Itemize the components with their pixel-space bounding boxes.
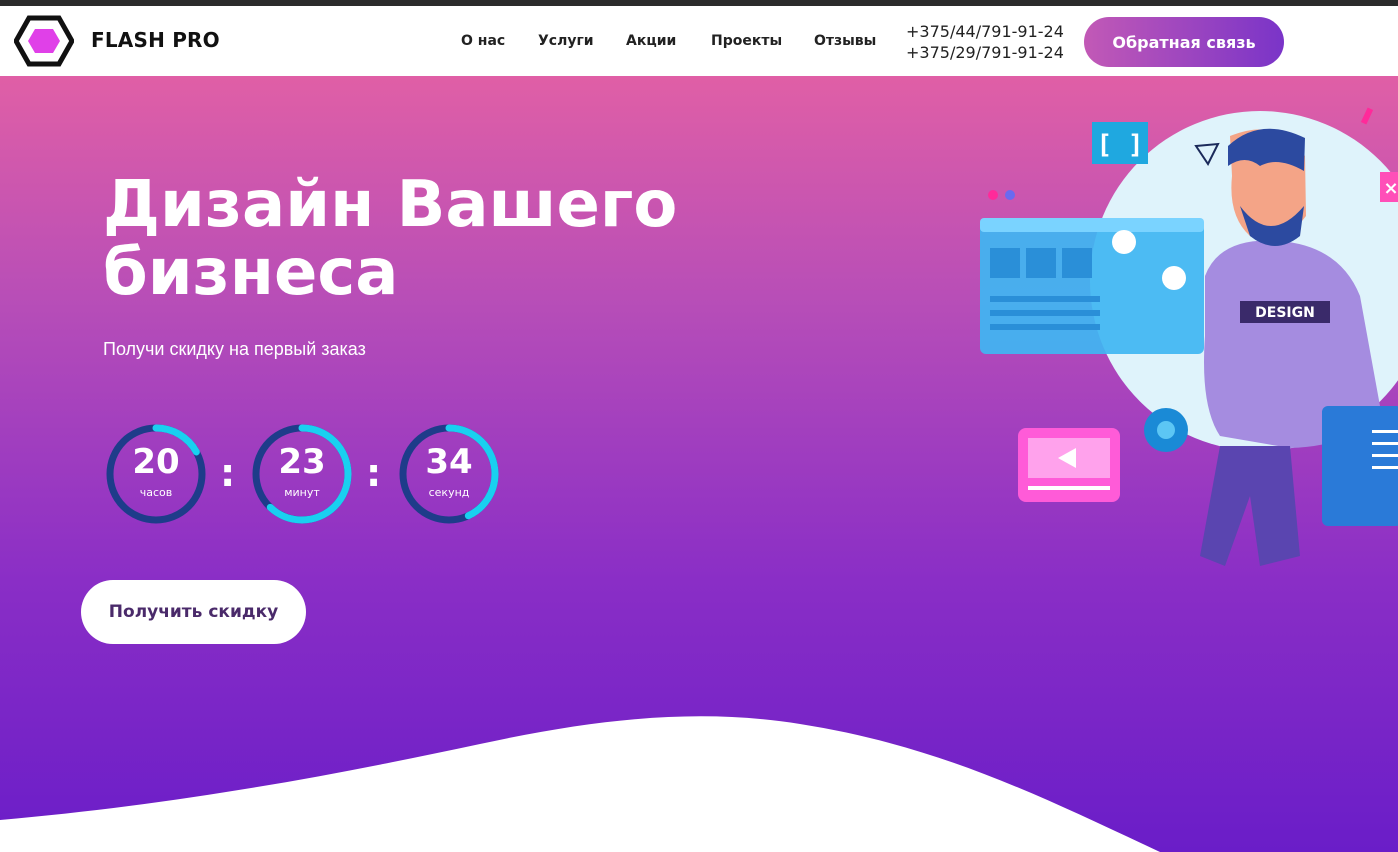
- hero-subtitle: Получи скидку на первый заказ: [103, 339, 366, 359]
- seconds-label: секунд: [428, 486, 470, 499]
- hero-title-line-2: бизнеса: [103, 236, 399, 310]
- hours-label: часов: [139, 486, 173, 499]
- hexagon-logo-icon[interactable]: [14, 15, 74, 67]
- close-tag-icon: ×: [1380, 172, 1398, 202]
- confetti-icon: [1360, 107, 1374, 125]
- svg-text:×: ×: [1383, 178, 1398, 199]
- hours-value: 20: [132, 442, 180, 482]
- seconds-value: 34: [425, 442, 473, 482]
- minutes-label: минут: [284, 486, 320, 499]
- timer-separator-1: :: [220, 451, 236, 495]
- browser-window-illustration: [980, 218, 1204, 354]
- designer-illustration: [ ] × DESIGN: [980, 107, 1398, 566]
- get-discount-button[interactable]: Получить скидку: [81, 580, 306, 644]
- dot-icon: [1005, 190, 1015, 200]
- phone-numbers: +375/44/791-91-24 +375/29/791-91-24: [906, 21, 1064, 63]
- nav-link-about[interactable]: О нас: [461, 33, 505, 49]
- callback-button[interactable]: Обратная связь: [1084, 17, 1284, 67]
- hero-section: Дизайн Вашего бизнеса Получи скидку на п…: [0, 76, 1398, 852]
- dot-icon: [988, 190, 998, 200]
- nav-link-services[interactable]: Услуги: [538, 33, 594, 49]
- phone-link-2[interactable]: +375/29/791-91-24: [906, 42, 1064, 63]
- svg-text:[ ]: [ ]: [1097, 130, 1144, 160]
- hero-title-line-1: Дизайн Вашего: [103, 168, 678, 242]
- design-badge-text: DESIGN: [1255, 305, 1315, 321]
- video-player-icon: [1018, 428, 1120, 502]
- timer-separator-2: :: [366, 451, 382, 495]
- site-header: FLASH PRO О нас Услуги Акции Проекты Отз…: [0, 6, 1398, 76]
- code-panel-icon: [1322, 406, 1398, 526]
- countdown-hours: 20 часов: [104, 422, 208, 526]
- logo-text[interactable]: FLASH PRO: [91, 28, 220, 52]
- nav-link-promotions[interactable]: Акции: [626, 33, 676, 49]
- minutes-value: 23: [278, 442, 326, 482]
- countdown-seconds: 34 секунд: [397, 422, 501, 526]
- nav-link-reviews[interactable]: Отзывы: [814, 33, 876, 49]
- hero-title: Дизайн Вашего бизнеса: [103, 171, 677, 307]
- code-bracket-icon: [ ]: [1092, 122, 1148, 164]
- gear-icon: [1144, 408, 1188, 452]
- phone-link-1[interactable]: +375/44/791-91-24: [906, 21, 1064, 42]
- countdown-minutes: 23 минут: [250, 422, 354, 526]
- nav-link-projects[interactable]: Проекты: [711, 33, 782, 49]
